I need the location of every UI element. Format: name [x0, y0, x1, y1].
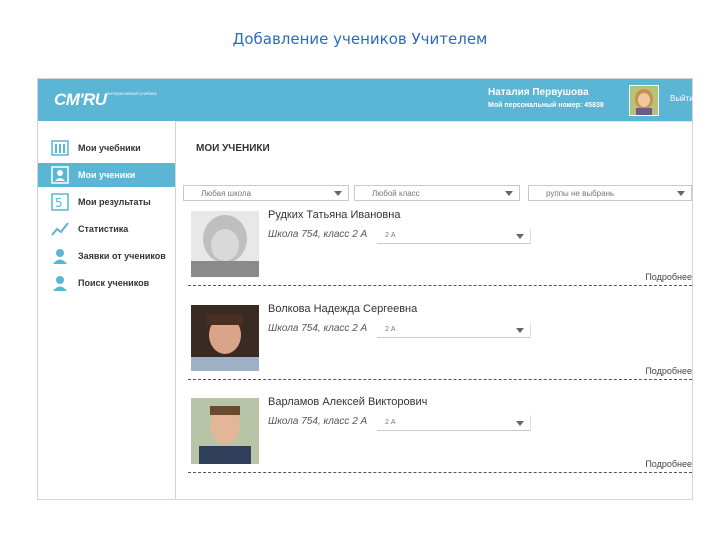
sidebar-item-label: Мои учебники [78, 143, 141, 153]
student-photo[interactable] [191, 305, 259, 371]
sidebar-item-search[interactable]: Поиск учеников [38, 271, 175, 295]
student-class-value: 2 А [385, 326, 396, 333]
chevron-down-icon [516, 328, 524, 333]
class-filter-value: Любой класс [372, 189, 420, 198]
main-content: МОИ УЧЕНИКИ Любая школа Любой класс рупп… [176, 122, 692, 499]
student-row: Варламов Алексей Викторович Школа 754, к… [176, 396, 692, 490]
sidebar-item-label: Мои ученики [78, 170, 136, 180]
student-name[interactable]: Рудких Татьяна Ивановна [268, 209, 400, 221]
student-row: Волкова Надежда Сергеевна Школа 754, кла… [176, 303, 692, 397]
students-icon [51, 166, 69, 184]
group-filter-value: руппы не выбрань [546, 189, 615, 198]
school-filter[interactable]: Любая школа [183, 185, 349, 201]
student-name[interactable]: Волкова Надежда Сергеевна [268, 303, 417, 315]
chevron-down-icon [505, 191, 513, 196]
app-window: СМ'RU интерактивный учебник Наталия Перв… [37, 78, 694, 500]
sidebar-item-textbooks[interactable]: Мои учебники [38, 136, 175, 160]
sidebar-item-requests[interactable]: Заявки от учеников [38, 244, 175, 268]
student-school: Школа 754, класс 2 А [268, 323, 368, 334]
student-school: Школа 754, класс 2 А [268, 416, 368, 427]
student-class-value: 2 А [385, 232, 396, 239]
sidebar-item-label: Заявки от учеников [78, 251, 166, 261]
user-number: Мой персональный номер: 45838 [488, 102, 604, 109]
sidebar-item-label: Мои результаты [78, 197, 151, 207]
class-filter[interactable]: Любой класс [354, 185, 520, 201]
slide-title: Добавление учеников Учителем [232, 30, 488, 48]
student-name[interactable]: Варламов Алексей Викторович [268, 396, 427, 408]
more-link[interactable]: Подробнее [645, 459, 692, 469]
sidebar-item-label: Статистика [78, 224, 129, 234]
student-class-select[interactable]: 2 А [377, 415, 531, 431]
requests-icon [51, 247, 69, 265]
student-class-value: 2 А [385, 419, 396, 426]
chevron-down-icon [516, 421, 524, 426]
more-link[interactable]: Подробнее [645, 272, 692, 282]
student-row: Рудких Татьяна Ивановна Школа 754, класс… [176, 209, 692, 303]
results-icon: 5 [51, 193, 69, 211]
sidebar-item-label: Поиск учеников [78, 278, 150, 288]
chevron-down-icon [516, 234, 524, 239]
row-divider [188, 285, 692, 286]
page-title: МОИ УЧЕНИКИ [196, 143, 270, 154]
books-icon [51, 139, 69, 157]
sidebar-item-results[interactable]: 5 Мои результаты [38, 190, 175, 214]
student-class-select[interactable]: 2 А [377, 322, 531, 338]
search-students-icon [51, 274, 69, 292]
sidebar-item-students[interactable]: Мои ученики [38, 163, 175, 187]
chart-icon [51, 220, 69, 238]
group-filter[interactable]: руппы не выбрань [528, 185, 692, 201]
chevron-down-icon [334, 191, 342, 196]
sidebar: Мои учебники Мои ученики 5 Мои результат… [38, 121, 176, 499]
logo-subtitle: интерактивный учебник [107, 91, 157, 96]
student-class-select[interactable]: 2 А [377, 228, 531, 244]
sidebar-item-statistics[interactable]: Статистика [38, 217, 175, 241]
avatar[interactable] [629, 85, 659, 116]
logout-link[interactable]: Выйти [670, 94, 694, 103]
user-name: Наталия Первушова [488, 87, 589, 98]
chevron-down-icon [677, 191, 685, 196]
student-photo[interactable] [191, 398, 259, 464]
student-school: Школа 754, класс 2 А [268, 229, 368, 240]
row-divider [188, 472, 692, 473]
student-photo[interactable] [191, 211, 259, 277]
header: СМ'RU интерактивный учебник Наталия Перв… [38, 79, 694, 121]
svg-text:5: 5 [55, 196, 63, 210]
logo[interactable]: СМ'RU [54, 90, 107, 110]
school-filter-value: Любая школа [201, 189, 252, 198]
more-link[interactable]: Подробнее [645, 366, 692, 376]
row-divider [188, 379, 692, 380]
